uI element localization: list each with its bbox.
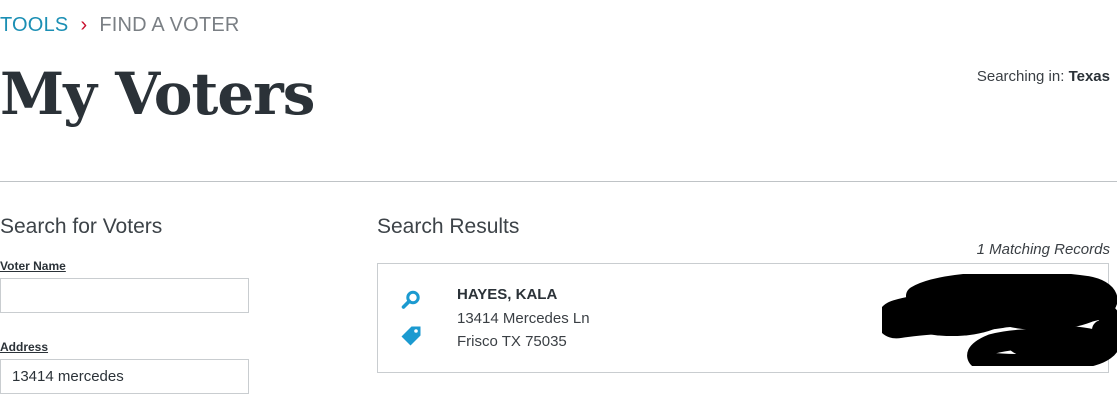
my-voters-page: TOOLS › FIND A VOTER My Voters Searching… [0,0,1117,400]
voter-city-line: Frisco TX 75035 [457,333,567,350]
searching-in-indicator: Searching in: Texas [977,68,1110,85]
searching-in-state: Texas [1068,68,1110,85]
page-title: My Voters [0,60,315,128]
breadcrumb-current: FIND A VOTER [99,14,240,36]
breadcrumb-chevron-icon: › [80,14,88,36]
search-heading: Search for Voters [0,215,163,238]
voter-name-input[interactable] [0,278,249,313]
voter-name: HAYES, KALA [457,286,558,303]
tag-icon[interactable] [400,325,422,347]
voter-street-address: 13414 Mercedes Ln [457,310,590,327]
searching-in-label: Searching in: [976,68,1069,85]
redaction-scribble [882,274,1117,366]
breadcrumb-tools-link[interactable]: TOOLS [0,14,68,37]
matching-records-count: 1 Matching Records [976,241,1110,258]
breadcrumb: TOOLS › FIND A VOTER [0,14,240,37]
voter-name-label: Voter Name [0,259,66,273]
section-divider [0,181,1117,182]
search-icon[interactable] [400,289,422,311]
results-heading: Search Results [377,215,520,238]
address-input[interactable] [0,359,249,394]
address-label: Address [0,340,49,354]
